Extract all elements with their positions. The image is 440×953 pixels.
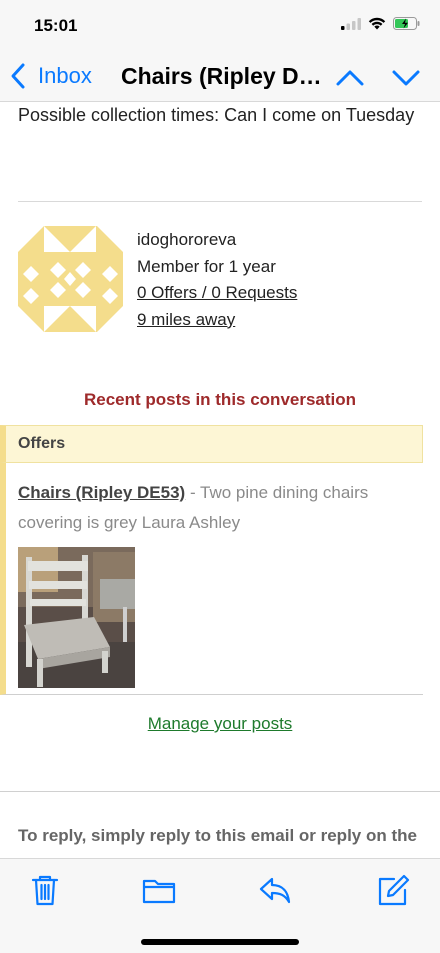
compose-icon[interactable] — [376, 873, 410, 907]
post-title-link[interactable]: Chairs (Ripley DE53) — [18, 483, 185, 502]
folder-icon[interactable] — [142, 873, 176, 907]
home-indicator[interactable] — [141, 939, 299, 945]
divider — [18, 201, 422, 202]
offers-requests-link[interactable]: 0 Offers / 0 Requests — [137, 280, 297, 307]
battery-charging-icon — [393, 17, 420, 30]
trash-icon[interactable] — [28, 873, 62, 907]
recent-posts-heading: Recent posts in this conversation — [83, 390, 357, 409]
status-bar: 15:01 — [0, 0, 440, 52]
divider — [0, 791, 440, 792]
status-icons — [341, 17, 420, 30]
message-text: Possible collection times: Can I come on… — [18, 105, 415, 125]
reply-instructions: To reply, simply reply to this email or … — [18, 826, 417, 858]
next-message-icon[interactable] — [390, 64, 422, 92]
member-since: Member for 1 year — [137, 256, 276, 276]
wifi-icon — [368, 17, 386, 30]
nav-bar: Inbox Chairs (Ripley DE53) — [0, 52, 440, 102]
identicon-pattern — [18, 226, 123, 332]
page-title: Chairs (Ripley DE53) — [121, 63, 327, 89]
chevron-left-icon — [11, 63, 25, 89]
status-time: 15:01 — [34, 16, 78, 35]
offers-section-header: Offers — [0, 425, 423, 463]
post-summary: Chairs (Ripley DE53) - Two pine dining c… — [18, 478, 418, 538]
chair-photo-image — [18, 547, 135, 688]
back-label: Inbox — [38, 63, 92, 88]
manage-posts-link[interactable]: Manage your posts — [0, 714, 440, 734]
post-photo[interactable] — [18, 547, 135, 688]
reply-icon[interactable] — [258, 873, 292, 907]
offer-post-card: Chairs (Ripley DE53) - Two pine dining c… — [0, 463, 423, 695]
offers-section-title: Offers — [18, 435, 66, 452]
avatar — [18, 226, 123, 332]
email-body[interactable]: Possible collection times: Can I come on… — [0, 102, 440, 858]
bottom-toolbar — [0, 858, 440, 953]
previous-message-icon[interactable] — [334, 64, 366, 92]
distance-link[interactable]: 9 miles away — [137, 307, 297, 334]
cellular-signal-icon — [341, 17, 361, 30]
back-to-inbox-button[interactable]: Inbox — [10, 62, 92, 90]
member-username: idoghororeva — [137, 230, 237, 249]
member-info: idoghororeva Member for 1 year 0 Offers … — [137, 227, 297, 333]
